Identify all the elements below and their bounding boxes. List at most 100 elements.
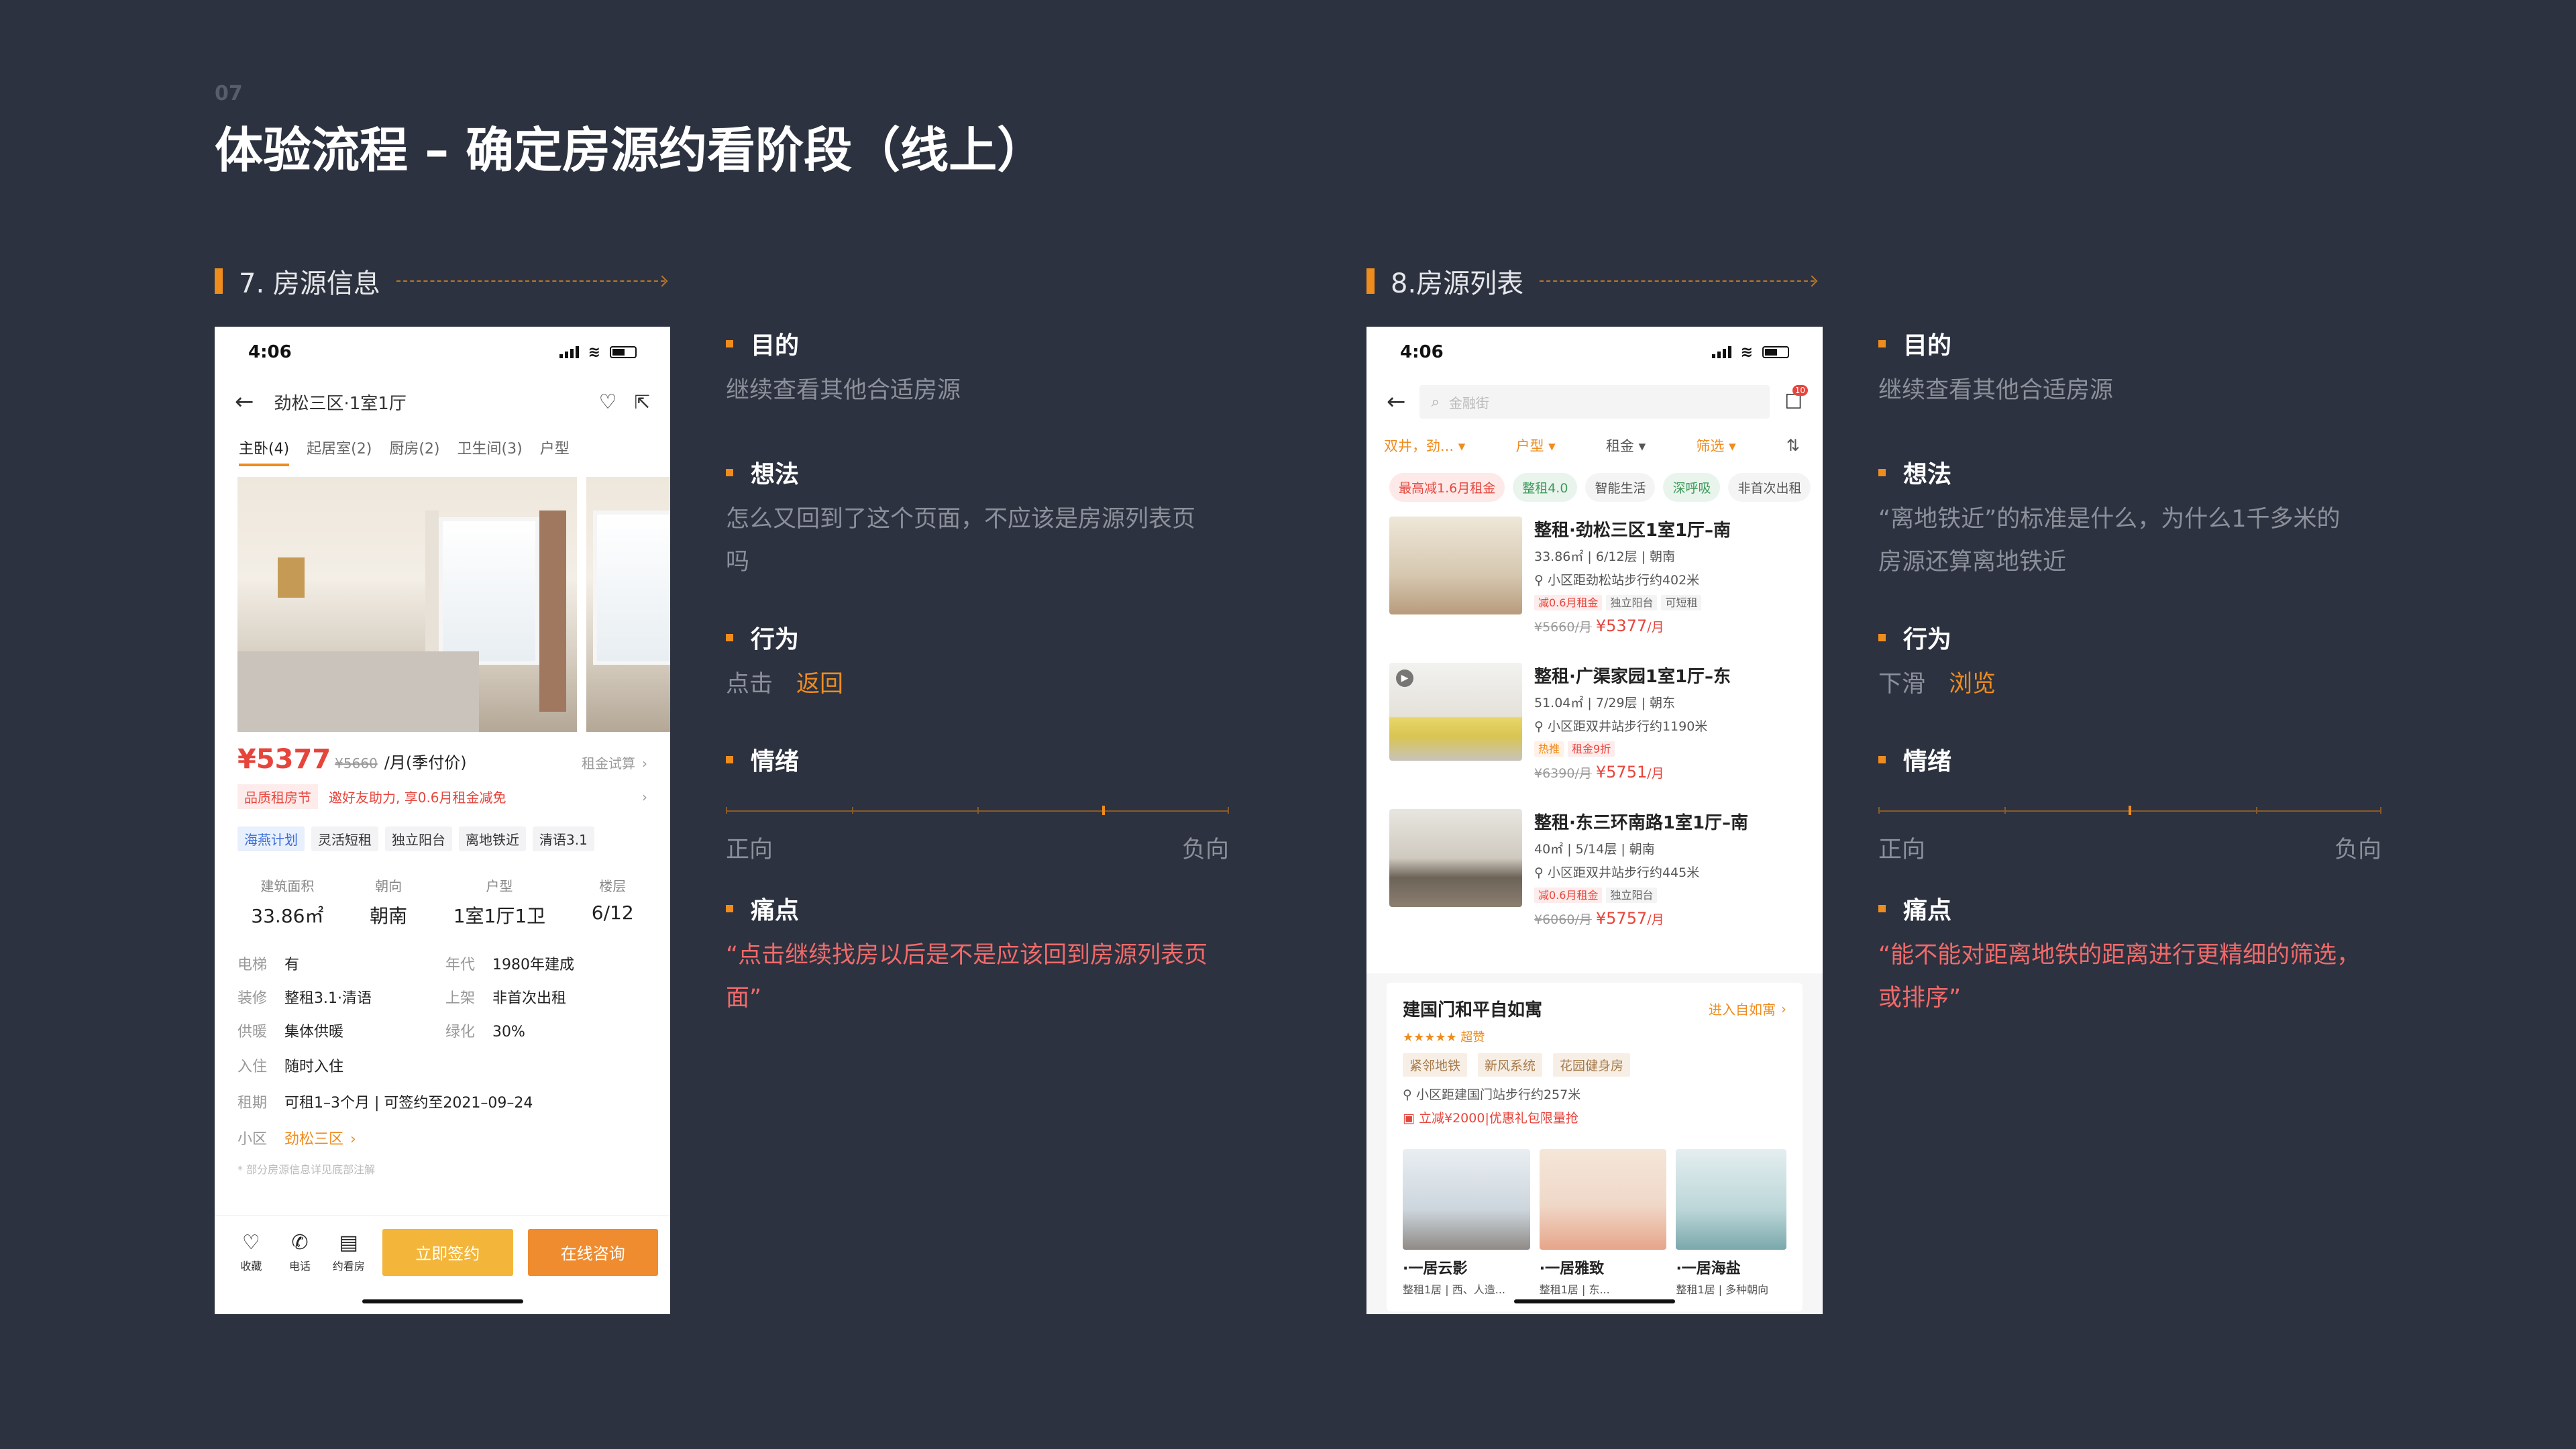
apartment-card[interactable]: 建国门和平自如寓 进入自如寓 › ★★★★★ 超赞 紧邻地铁 新风系统 花园健身… — [1387, 983, 1803, 1311]
bullet — [1878, 904, 1886, 912]
listing-title: 整租·劲松三区1室1厅–南 — [1534, 521, 1731, 541]
apartment-rating: ★★★★★ 超赞 — [1403, 1030, 1485, 1044]
search-input[interactable]: ⌕ 金融街 — [1419, 385, 1770, 419]
promo-tag: 品质租房节 — [237, 784, 318, 809]
community-row[interactable]: 小区 劲松三区 › — [237, 1122, 647, 1158]
bullet — [1878, 468, 1886, 476]
chip[interactable]: 智能生活 — [1585, 473, 1656, 502]
favorite-action[interactable]: ♡ 收藏 — [227, 1231, 276, 1273]
listing-item[interactable]: ▶ 整租·广渠家园1室1厅–东 51.04㎡ | 7/29层 | 朝东 ⚲ 小区… — [1366, 648, 1823, 794]
coupon-icon: ▣ — [1403, 1111, 1419, 1126]
purpose-heading: 目的 — [1878, 327, 2381, 360]
battery-icon — [610, 346, 637, 358]
room-photo-next[interactable] — [586, 477, 670, 732]
room-type-card[interactable]: ·一居云影 整租1居 | 西、人造... — [1403, 1149, 1530, 1297]
nav-bar: ← 劲松三区·1室1厅 ♡ ⇱ — [215, 378, 670, 426]
tag[interactable]: 海燕计划 — [237, 826, 305, 851]
signal-icon — [559, 346, 579, 358]
listing-thumbnail — [1389, 517, 1522, 614]
filter-rent[interactable]: 租金 ▾ — [1606, 435, 1646, 455]
back-arrow-icon[interactable]: ← — [235, 388, 254, 415]
pain-text: “点击继续找房以后是不是应该回到房源列表页面” — [726, 942, 1208, 1012]
apartment-name: 建国门和平自如寓 — [1403, 1000, 1543, 1020]
bullet — [726, 633, 733, 641]
listing-item[interactable]: 整租·东三环南路1室1厅–南 40㎡ | 5/14层 | 朝南 ⚲ 小区距双井站… — [1366, 794, 1823, 941]
dashed-connector — [396, 280, 665, 282]
room-photo[interactable] — [237, 477, 577, 732]
chip[interactable]: 非首次出租 — [1728, 473, 1811, 502]
listing-price: ¥6390/月 ¥5751/月 — [1534, 763, 1664, 782]
filter-layout[interactable]: 户型 ▾ — [1515, 435, 1555, 455]
listing-title: 整租·东三环南路1室1厅–南 — [1534, 813, 1749, 833]
emotion-marker — [1102, 806, 1105, 815]
chevron-right-icon: › — [642, 755, 647, 771]
location-pin-icon: ⚲ — [1534, 719, 1548, 734]
section-header-house-list: 8.房源列表 — [1366, 264, 1818, 299]
tab-floor-plan[interactable]: 户型 — [540, 437, 570, 464]
tab-kitchen[interactable]: 厨房(2) — [389, 437, 439, 464]
emotion-heading: 情绪 — [1878, 743, 2381, 775]
online-consult-button[interactable]: 在线咨询 — [527, 1228, 658, 1276]
tab-master-bedroom[interactable]: 主卧(4) — [239, 437, 290, 466]
thought-text: “离地铁近”的标准是什么，为什么1千多米的房源还算离地铁近 — [1878, 506, 2341, 576]
share-icon[interactable]: ⇱ — [635, 391, 650, 413]
chip[interactable]: 最高减1.6月租金 — [1389, 473, 1505, 502]
detail-row: 供暖 集体供暖 绿化 30% — [237, 1024, 525, 1040]
pain-text: “能不能对距离地铁的距离进行更精细的筛选，或排序” — [1878, 942, 2361, 1012]
bottom-action-bar: ♡ 收藏 ✆ 电话 ▤ 约看房 立即签约 在线咨询 — [215, 1215, 670, 1289]
action-heading: 行为 — [726, 621, 1229, 653]
home-indicator — [1514, 1299, 1675, 1303]
filter-location[interactable]: 双井，劲... ▾ — [1384, 435, 1465, 455]
bullet — [1878, 339, 1886, 347]
sort-icon[interactable]: ⇅ — [1786, 436, 1800, 455]
favorite-list-icon[interactable]: ♡ — [599, 390, 617, 414]
tag: 离地铁近 — [459, 826, 526, 851]
enter-apartment-link[interactable]: 进入自如寓 — [1709, 999, 1776, 1018]
tab-bathroom[interactable]: 卫生间(3) — [458, 437, 523, 464]
apartment-card-bg: 建国门和平自如寓 进入自如寓 › ★★★★★ 超赞 紧邻地铁 新风系统 花园健身… — [1366, 973, 1823, 1314]
listing-thumbnail — [1389, 809, 1522, 907]
room-type-photo — [1403, 1149, 1530, 1250]
tag: 灵活短租 — [311, 826, 378, 851]
heart-icon: ♡ — [241, 1231, 260, 1254]
detail-row: 装修 整租3.1·清语 上架 非首次出租 — [237, 990, 567, 1007]
filter-more[interactable]: 筛选 ▾ — [1696, 435, 1735, 455]
listing-tags: 减0.6月租金 独立阳台 — [1534, 886, 1748, 903]
action-text: 下滑 浏览 — [1878, 671, 1996, 698]
purpose-text: 继续查看其他合适房源 — [726, 377, 961, 404]
chip[interactable]: 整租4.0 — [1513, 473, 1578, 502]
tab-living-room[interactable]: 起居室(2) — [307, 437, 372, 464]
filter-bar: 双井，劲... ▾ 户型 ▾ 租金 ▾ 筛选 ▾ ⇅ — [1366, 426, 1823, 455]
room-type-card[interactable]: ·一居雅致 整租1居 | 东... — [1539, 1149, 1667, 1297]
bullet — [726, 468, 733, 476]
promo-row[interactable]: 品质租房节 邀好友助力, 享0.6月租金减免 › — [215, 775, 670, 809]
viewing-action[interactable]: ▤ 约看房 — [324, 1231, 373, 1273]
price-unit: /月(季付价) — [384, 753, 467, 772]
room-type-card[interactable]: ·一居海盐 整租1居 | 多种朝向 — [1676, 1149, 1786, 1297]
home-indicator — [362, 1299, 523, 1303]
detail-row: 电梯有年代 1980年建成 — [237, 957, 574, 973]
room-type-photo — [1676, 1149, 1786, 1250]
wifi-icon: ≋ — [588, 343, 600, 361]
listing-title: 整租·广渠家园1室1厅–东 — [1534, 667, 1731, 687]
rent-calculator-link[interactable]: 租金试算 — [582, 753, 635, 772]
section-marker — [215, 268, 223, 294]
listing-item[interactable]: 整租·劲松三区1室1厅–南 33.86㎡ | 6/12层 | 朝南 ⚲ 小区距劲… — [1366, 502, 1823, 648]
phone-action[interactable]: ✆ 电话 — [276, 1231, 325, 1273]
emotion-scale: 正向 负向 — [1878, 788, 2381, 863]
wifi-icon: ≋ — [1740, 343, 1753, 361]
listing-thumbnail: ▶ — [1389, 663, 1522, 761]
details: 电梯有年代 1980年建成 装修 整租3.1·清语 上架 非首次出租 供暖 集体供暖 绿化 3… — [215, 928, 670, 1177]
bullet — [726, 339, 733, 347]
message-icon[interactable]: ☐ 10 — [1784, 384, 1808, 414]
chip[interactable]: 深呼吸 — [1663, 473, 1721, 502]
phone-icon: ✆ — [291, 1231, 309, 1254]
phone-screenshot-house-list: 4:06 ≋ ← ⌕ 金融街 ☐ 10 双井，劲... ▾ 户型 ▾ 租金 ▾ 筛… — [1366, 327, 1823, 1314]
photo-carousel[interactable] — [215, 466, 670, 732]
sign-now-button[interactable]: 立即签约 — [382, 1228, 513, 1276]
search-bar-row: ← ⌕ 金融街 ☐ 10 — [1366, 378, 1823, 426]
footnote: * 部分房源信息详见底部注解 — [237, 1163, 376, 1176]
pain-heading: 痛点 — [1878, 892, 2381, 924]
back-arrow-icon[interactable]: ← — [1387, 388, 1406, 415]
dashed-connector — [1540, 280, 1815, 282]
